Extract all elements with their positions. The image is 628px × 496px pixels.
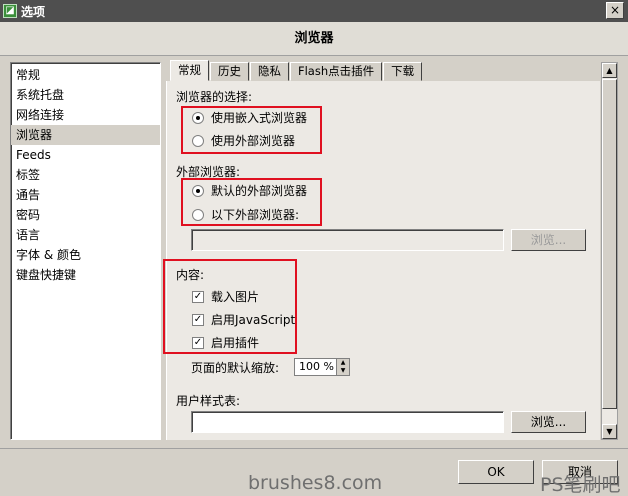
sidebar-item-passwords[interactable]: 密码: [11, 205, 160, 225]
scroll-down-icon[interactable]: ▼: [602, 424, 617, 439]
user-stylesheet-input[interactable]: [191, 411, 504, 433]
ok-button[interactable]: OK: [458, 460, 534, 484]
browse-browser-button[interactable]: 浏览...: [511, 229, 586, 251]
browser-choice-label: 浏览器的选择:: [176, 90, 253, 104]
highlight-box: [181, 178, 322, 226]
sidebar-item-fonts-colors[interactable]: 字体 & 颜色: [11, 245, 160, 265]
highlight-box: [163, 259, 297, 354]
category-list[interactable]: 常规 系统托盘 网络连接 浏览器 Feeds 标签 通告 密码 语言 字体 & …: [10, 62, 161, 440]
external-browser-path-input[interactable]: [191, 229, 504, 251]
sidebar-item-browser[interactable]: 浏览器: [11, 125, 160, 145]
tab-flash-click[interactable]: Flash点击插件: [290, 62, 383, 81]
zoom-spin-buttons[interactable]: ▲ ▼: [336, 359, 349, 375]
scroll-thumb[interactable]: [602, 79, 617, 409]
page-title: 浏览器: [294, 31, 334, 46]
watermark-left: brushes8.com: [248, 472, 383, 494]
sidebar-item-language[interactable]: 语言: [11, 225, 160, 245]
zoom-value: 100 %: [299, 360, 334, 373]
sidebar-item-notifications[interactable]: 通告: [11, 185, 160, 205]
sidebar-item-feeds[interactable]: Feeds: [11, 145, 160, 165]
sidebar-item-tabs[interactable]: 标签: [11, 165, 160, 185]
default-zoom-label: 页面的默认缩放:: [191, 361, 280, 375]
sidebar-item-system-tray[interactable]: 系统托盘: [11, 85, 160, 105]
tab-downloads[interactable]: 下载: [383, 62, 423, 81]
page-header: 浏览器: [0, 22, 628, 56]
highlight-box: [181, 106, 322, 154]
spin-up-icon[interactable]: ▲: [337, 359, 349, 367]
spin-down-icon[interactable]: ▼: [337, 367, 349, 375]
sidebar-item-network[interactable]: 网络连接: [11, 105, 160, 125]
scroll-up-icon[interactable]: ▲: [602, 63, 617, 78]
browse-stylesheet-button[interactable]: 浏览...: [511, 411, 586, 433]
tab-general[interactable]: 常规: [170, 60, 209, 81]
sidebar-item-general[interactable]: 常规: [11, 65, 160, 85]
zoom-spinbox[interactable]: 100 % ▲ ▼: [294, 358, 350, 376]
user-stylesheet-label: 用户样式表:: [176, 394, 241, 408]
close-button[interactable]: ×: [606, 2, 624, 19]
tab-history[interactable]: 历史: [210, 62, 249, 81]
app-icon: ◪: [3, 4, 17, 18]
watermark-right: PS笔刷吧: [540, 474, 621, 496]
sidebar-item-shortcuts[interactable]: 键盘快捷键: [11, 265, 160, 285]
window-title: 选项: [21, 4, 46, 19]
vertical-scrollbar[interactable]: ▲ ▼: [601, 62, 618, 440]
title-bar: ◪ 选项 ×: [0, 0, 628, 22]
tab-privacy[interactable]: 隐私: [250, 62, 289, 81]
close-icon: ×: [609, 3, 621, 17]
tab-bar: 常规 历史 隐私 Flash点击插件 下载: [170, 60, 423, 81]
footer-divider: [0, 448, 628, 449]
